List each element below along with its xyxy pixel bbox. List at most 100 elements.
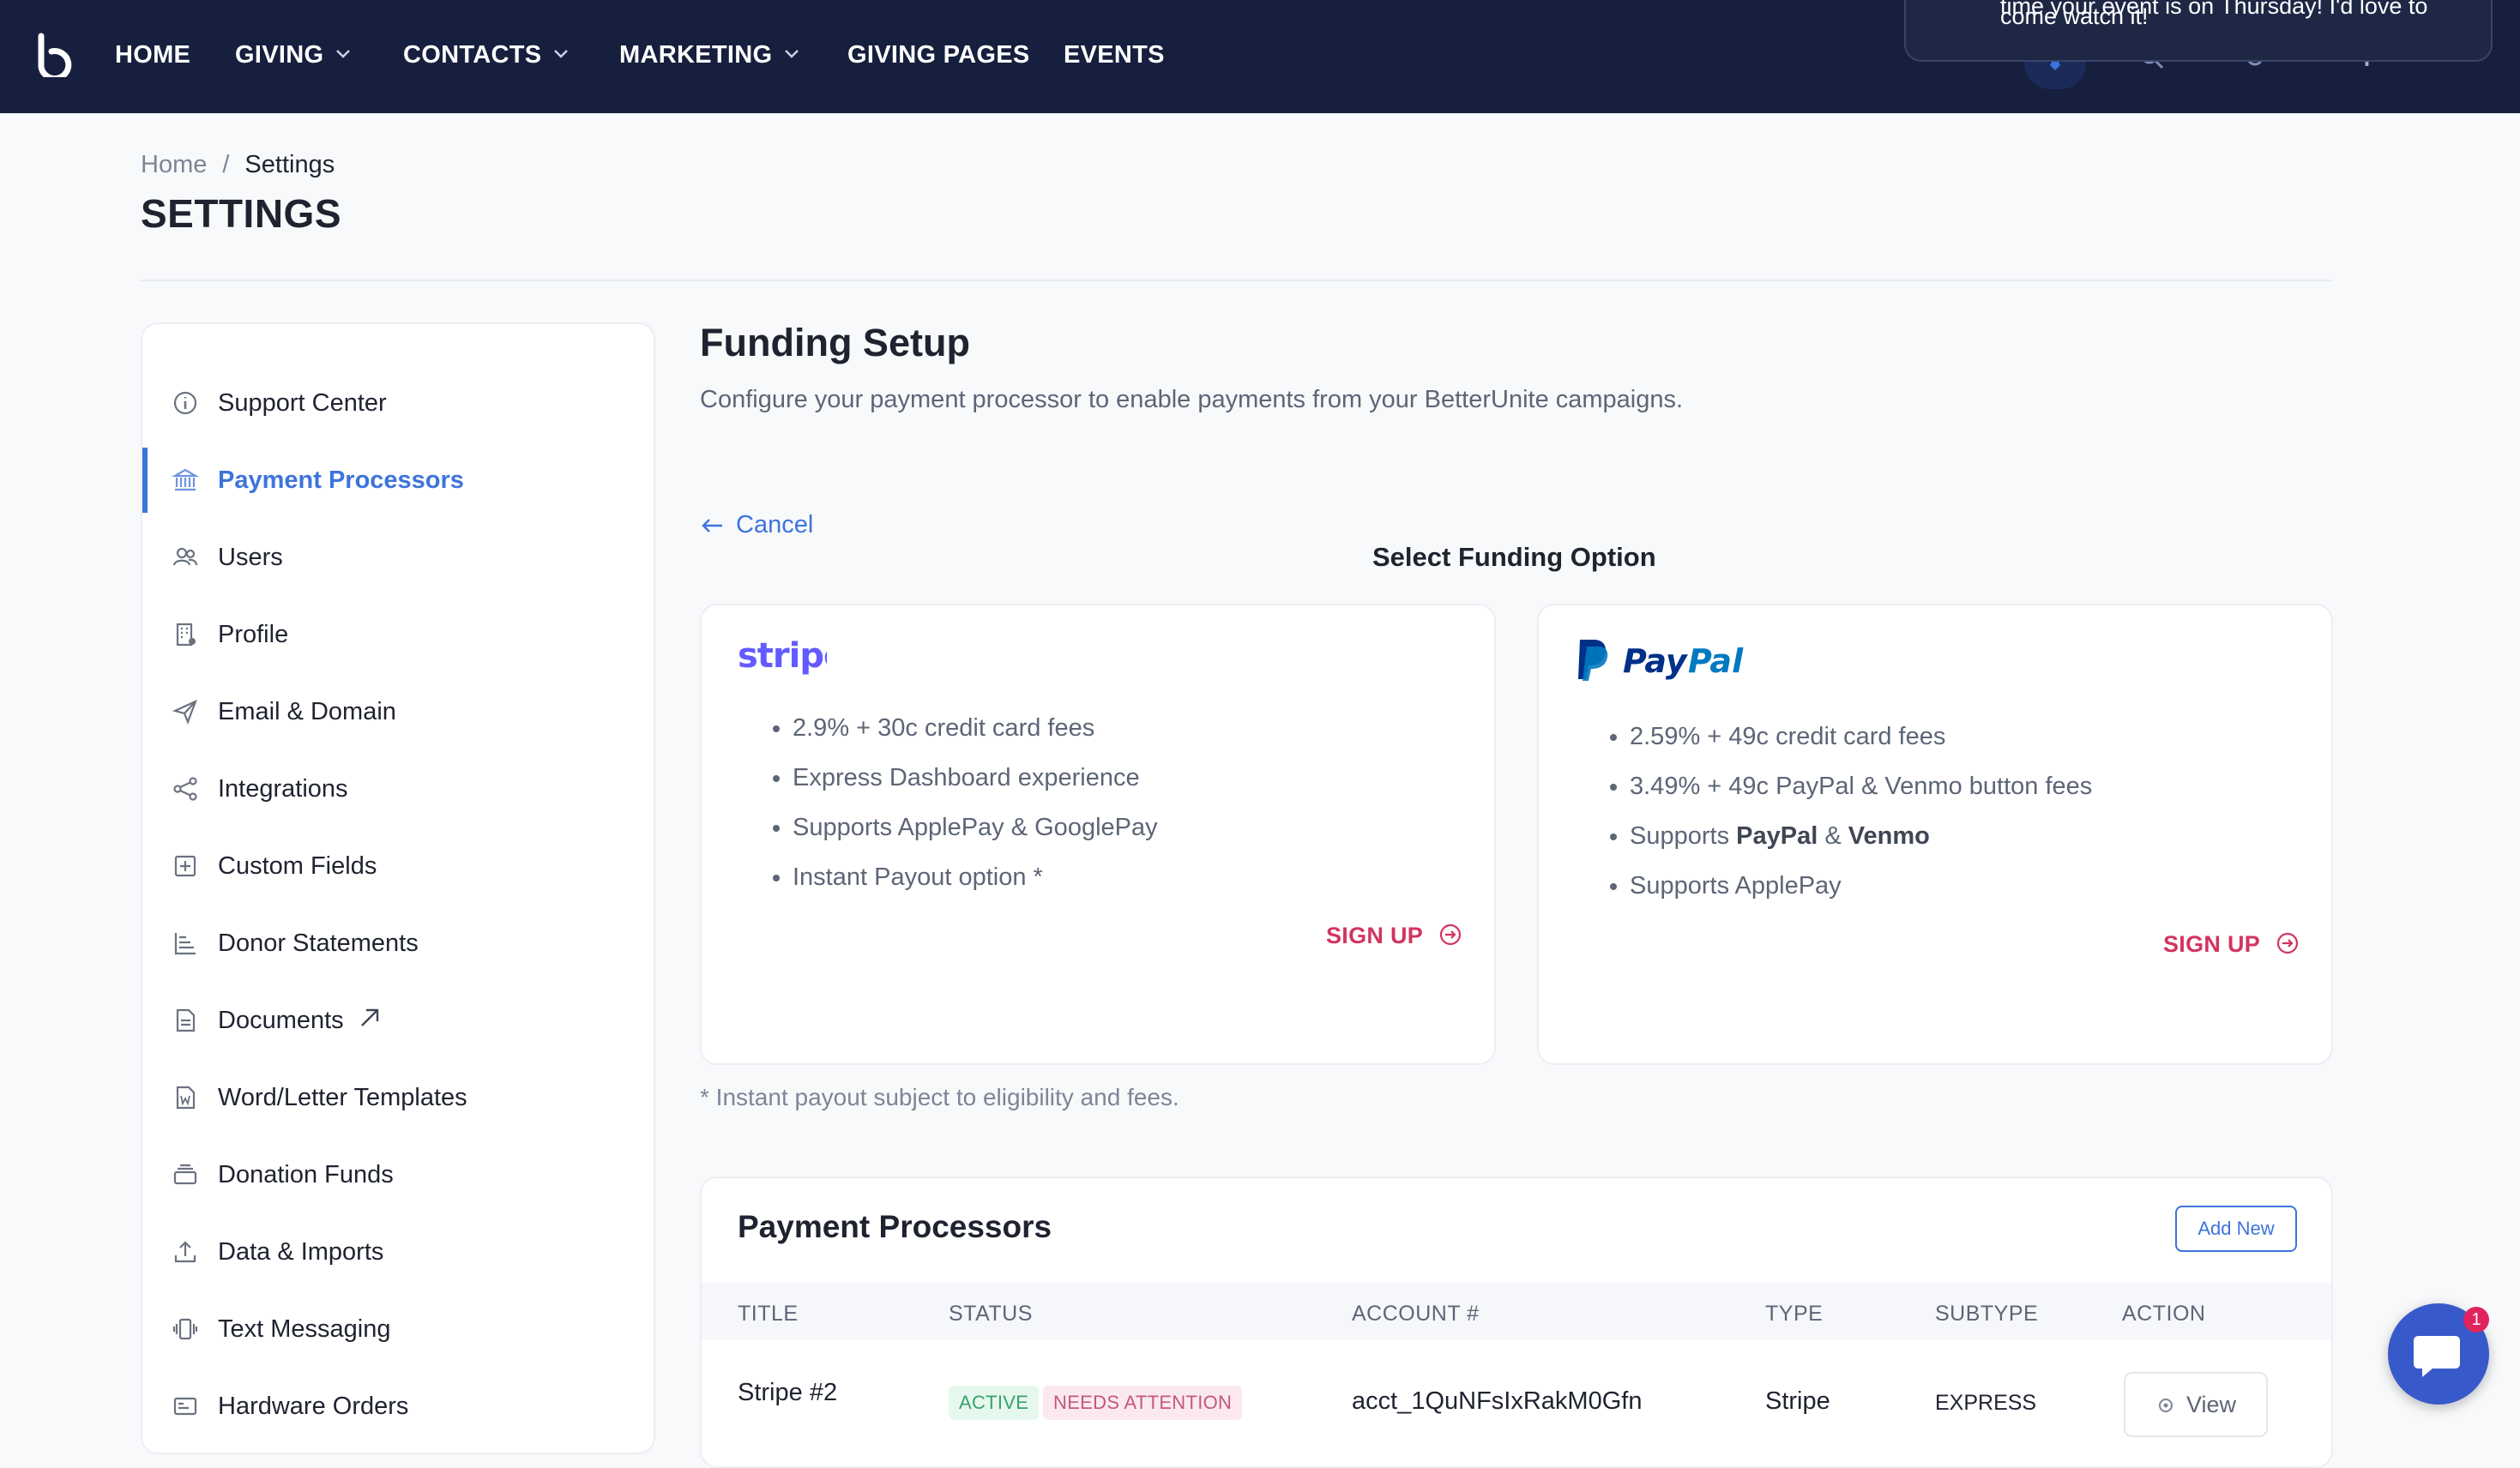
add-new-button[interactable]: Add New bbox=[2175, 1206, 2297, 1252]
paypal-option-card[interactable]: Pay Pal 2.59% + 49c credit card fees 3.4… bbox=[1537, 604, 2333, 1065]
paypal-feature: Supports PayPal & Venmo bbox=[1630, 811, 2092, 861]
arrow-circle-right-icon bbox=[1440, 924, 1462, 946]
page-title: SETTINGS bbox=[141, 191, 342, 236]
sidebar-item-donor-statements[interactable]: Donor Statements bbox=[142, 911, 654, 979]
chat-unread-badge: 1 bbox=[2463, 1307, 2489, 1333]
breadcrumb-current: Settings bbox=[244, 151, 335, 178]
sidebar-item-payment-processors[interactable]: Payment Processors bbox=[142, 448, 654, 516]
chevron-down-icon bbox=[785, 50, 799, 58]
paypal-logo: Pay Pal bbox=[1578, 640, 1744, 681]
sidebar-item-documents[interactable]: Documents bbox=[142, 988, 654, 1056]
nav-marketing[interactable]: MARKETING bbox=[619, 39, 799, 70]
sidebar-item-profile[interactable]: Profile bbox=[142, 602, 654, 671]
stripe-feature: Express Dashboard experience bbox=[793, 753, 1158, 803]
sidebar-item-label: Word/Letter Templates bbox=[218, 1084, 467, 1111]
top-navbar: HOME GIVING CONTACTS MARKETING GIVING PA… bbox=[0, 0, 2520, 113]
share-icon bbox=[173, 777, 197, 801]
stripe-logo-text: stripe bbox=[738, 638, 827, 676]
stack-icon bbox=[173, 1164, 197, 1185]
info-icon bbox=[173, 391, 197, 415]
plus-square-icon bbox=[174, 855, 196, 877]
list-icon bbox=[174, 933, 196, 955]
paypal-feature-list: 2.59% + 49c credit card fees 3.49% + 49c… bbox=[1599, 712, 2092, 911]
sidebar-item-email-domain[interactable]: Email & Domain bbox=[142, 679, 654, 748]
sidebar-item-label: Documents bbox=[218, 1007, 344, 1034]
nav-events[interactable]: EVENTS bbox=[1064, 39, 1165, 70]
view-label: View bbox=[2185, 1392, 2237, 1417]
settings-sidebar: Support Center Payment Processors Users … bbox=[141, 322, 655, 1454]
stripe-option-card[interactable]: stripe 2.9% + 30c credit card fees Expre… bbox=[700, 604, 1496, 1065]
upload-icon bbox=[174, 1241, 196, 1263]
document-icon bbox=[176, 1008, 196, 1032]
sidebar-item-label: Custom Fields bbox=[218, 852, 377, 880]
stripe-feature-list: 2.9% + 30c credit card fees Express Dash… bbox=[762, 703, 1158, 902]
stripe-signup-button[interactable]: SIGN UP bbox=[1326, 923, 1462, 949]
payment-processors-panel: Payment Processors Add New TITLE STATUS … bbox=[700, 1176, 2333, 1468]
sidebar-item-label: Payment Processors bbox=[218, 466, 464, 494]
funding-setup-title: Funding Setup bbox=[700, 321, 970, 364]
paypal-feature: Supports ApplePay bbox=[1630, 861, 2092, 911]
column-header: TYPE bbox=[1765, 1302, 1824, 1326]
sidebar-item-text-messaging[interactable]: Text Messaging bbox=[142, 1297, 654, 1365]
nav-home[interactable]: HOME bbox=[115, 39, 190, 70]
column-header: SUBTYPE bbox=[1935, 1302, 2039, 1326]
processor-title: Stripe #2 bbox=[738, 1379, 838, 1406]
sidebar-item-label: Email & Domain bbox=[218, 698, 396, 725]
cancel-link[interactable]: Cancel bbox=[700, 511, 813, 539]
sidebar-item-word-letter-templates[interactable]: Word/Letter Templates bbox=[142, 1065, 654, 1134]
external-link-icon bbox=[361, 1008, 379, 1026]
arrow-circle-right-icon bbox=[2277, 932, 2299, 954]
nav-contacts[interactable]: CONTACTS bbox=[403, 39, 569, 70]
sidebar-item-label: Integrations bbox=[218, 775, 348, 803]
notification-toast[interactable]: time your event is on Thursday! I'd love… bbox=[1904, 0, 2493, 62]
status-badge-needs-attention: NEEDS ATTENTION bbox=[1043, 1386, 1243, 1420]
sidebar-item-support-center[interactable]: Support Center bbox=[142, 370, 654, 439]
stripe-feature: Instant Payout option * bbox=[793, 852, 1158, 902]
sidebar-item-integrations[interactable]: Integrations bbox=[142, 756, 654, 825]
paypal-logo-pal: Pal bbox=[1688, 642, 1744, 680]
sidebar-item-label: Hardware Orders bbox=[218, 1393, 409, 1420]
breadcrumb: Home / Settings bbox=[141, 151, 335, 179]
funding-setup-description: Configure your payment processor to enab… bbox=[700, 386, 1684, 413]
sidebar-item-hardware-orders[interactable]: Hardware Orders bbox=[142, 1374, 654, 1442]
select-funding-title: Select Funding Option bbox=[1372, 542, 1656, 572]
instant-payout-footnote: * Instant payout subject to eligibility … bbox=[700, 1084, 1179, 1110]
paypal-signup-button[interactable]: SIGN UP bbox=[2163, 931, 2300, 958]
column-header: STATUS bbox=[949, 1302, 1033, 1326]
word-doc-icon bbox=[176, 1086, 196, 1110]
column-header: ACCOUNT # bbox=[1352, 1302, 1480, 1326]
processor-type: Stripe bbox=[1765, 1387, 1830, 1415]
sidebar-item-label: Users bbox=[218, 544, 283, 571]
sidebar-item-label: Text Messaging bbox=[218, 1315, 391, 1343]
paypal-feature: 3.49% + 49c PayPal & Venmo button fees bbox=[1630, 761, 2092, 811]
stripe-feature: 2.9% + 30c credit card fees bbox=[793, 703, 1158, 753]
header-divider bbox=[141, 280, 2333, 281]
paypal-feature: 2.59% + 49c credit card fees bbox=[1630, 712, 2092, 761]
gear-icon bbox=[2158, 1399, 2173, 1412]
breadcrumb-home-link[interactable]: Home bbox=[141, 151, 207, 178]
paypal-logo-pay: Pay bbox=[1623, 642, 1689, 680]
support-venmo: Venmo bbox=[1848, 822, 1930, 850]
nav-giving-pages[interactable]: GIVING PAGES bbox=[847, 39, 1030, 70]
vibrate-icon bbox=[172, 1318, 198, 1340]
sidebar-item-label: Donation Funds bbox=[218, 1161, 394, 1188]
sidebar-item-label: Data & Imports bbox=[218, 1238, 384, 1266]
sidebar-item-donation-funds[interactable]: Donation Funds bbox=[142, 1142, 654, 1211]
column-header: TITLE bbox=[738, 1302, 799, 1326]
sidebar-item-label: Support Center bbox=[218, 389, 387, 417]
sidebar-item-custom-fields[interactable]: Custom Fields bbox=[142, 833, 654, 902]
sidebar-item-data-imports[interactable]: Data & Imports bbox=[142, 1219, 654, 1288]
arrow-left-icon bbox=[702, 519, 722, 532]
support-amp: & bbox=[1824, 822, 1842, 850]
betterunite-logo-icon[interactable] bbox=[34, 33, 74, 77]
view-button[interactable]: View bbox=[2124, 1372, 2268, 1437]
stripe-feature: Supports ApplePay & GooglePay bbox=[793, 803, 1158, 852]
stripe-logo: stripe bbox=[738, 638, 827, 676]
signup-label: SIGN UP bbox=[1326, 923, 1424, 948]
sidebar-item-label: Profile bbox=[218, 621, 289, 648]
nav-giving[interactable]: GIVING bbox=[235, 39, 351, 70]
sidebar-item-users[interactable]: Users bbox=[142, 525, 654, 593]
processor-subtype: EXPRESS bbox=[1935, 1391, 2037, 1415]
send-icon bbox=[172, 699, 197, 725]
table-header: TITLE STATUS ACCOUNT # TYPE SUBTYPE ACTI… bbox=[702, 1283, 2331, 1339]
